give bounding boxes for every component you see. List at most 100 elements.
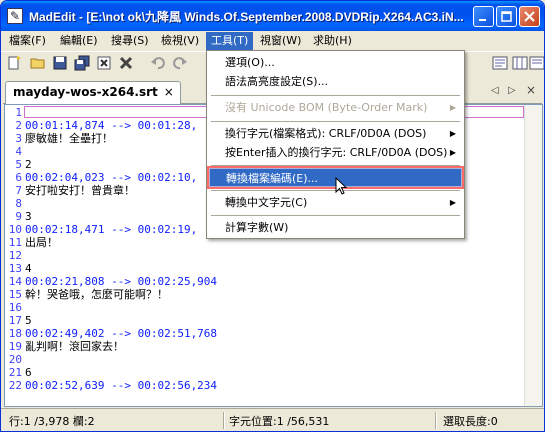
editor-line: 6 xyxy=(25,366,32,379)
maximize-button[interactable] xyxy=(496,6,517,27)
editor-line: 3 xyxy=(25,210,32,223)
menu-search[interactable]: 搜尋(S) xyxy=(106,32,154,50)
undo-icon[interactable] xyxy=(150,55,166,71)
menu-newline-format[interactable]: 換行字元(檔案格式): CRLF/0D0A (DOS) ▶ xyxy=(209,124,462,143)
line-number: 20 xyxy=(8,353,22,366)
menu-separator xyxy=(211,95,460,96)
line-number: 22 xyxy=(8,379,22,392)
menu-word-count-label: 計算字數(W) xyxy=(225,221,289,234)
menu-enter-newline-label: 按Enter插入的換行字元: CRLF/0D0A (DOS) xyxy=(225,146,448,159)
line-number: 2 xyxy=(15,119,22,132)
editor-line: 幹！哭爸哦，怎麼可能啊？！ xyxy=(25,288,168,301)
submenu-arrow-icon: ▶ xyxy=(449,148,456,157)
line-number: 14 xyxy=(8,275,22,288)
menu-separator xyxy=(211,121,460,122)
editor-line: 00:01:14,874 --> 00:01:28, xyxy=(25,119,198,132)
menu-separator xyxy=(211,165,460,166)
main-window: ✎ MadEdit - [E:\not ok\九降風 Winds.Of.Sept… xyxy=(0,0,545,432)
line-number: 18 xyxy=(8,327,22,340)
menu-enter-newline[interactable]: 按Enter插入的換行字元: CRLF/0D0A (DOS) ▶ xyxy=(209,143,462,162)
mouse-cursor-icon xyxy=(335,177,348,195)
editor-line: 00:02:49,402 --> 00:02:51,768 xyxy=(25,327,218,340)
line-number: 3 xyxy=(15,132,22,145)
editor-line: 出局！ xyxy=(25,236,58,249)
line-number: 8 xyxy=(15,197,22,210)
tab-file[interactable]: mayday-wos-x264.srt × xyxy=(5,81,181,104)
editor-line: 安打啦安打！曾貴章！ xyxy=(25,184,135,197)
status-bar: 行:1 /3,978 欄:2 字元位置:1 /56,531 選取長度:0 xyxy=(1,408,544,431)
line-number: 13 xyxy=(8,262,22,275)
line-number: 19 xyxy=(8,340,22,353)
menu-separator xyxy=(211,215,460,216)
menu-syntax-highlight[interactable]: 語法高亮度設定(S)... xyxy=(209,72,462,91)
menu-bar: 檔案(F) 編輯(E) 搜尋(S) 檢視(V) 工具(T) 視窗(W) 求助(H… xyxy=(1,31,544,51)
line-number: 21 xyxy=(8,366,22,379)
editor-line: 亂判啊！滾回家去！ xyxy=(25,340,124,353)
save-icon[interactable] xyxy=(52,55,68,71)
close-icon xyxy=(524,11,535,22)
menu-syntax-highlight-label: 語法高亮度設定(S)... xyxy=(225,75,329,88)
title-bar[interactable]: ✎ MadEdit - [E:\not ok\九降風 Winds.Of.Sept… xyxy=(1,1,544,31)
tab-scroll-left-icon[interactable]: ◁ xyxy=(491,85,499,96)
line-number: 16 xyxy=(8,301,22,314)
editor-line: 5 xyxy=(25,314,32,327)
close-all-icon[interactable] xyxy=(118,55,134,71)
menu-options-label: 選項(O)... xyxy=(225,56,275,69)
submenu-arrow-icon: ▶ xyxy=(449,198,456,207)
menu-convert-chinese-label: 轉換中文字元(C) xyxy=(225,196,308,209)
line-number: 11 xyxy=(8,236,22,249)
status-separator xyxy=(223,412,225,429)
line-number: 10 xyxy=(8,223,22,236)
menu-word-count[interactable]: 計算字數(W) xyxy=(209,218,462,237)
new-file-icon[interactable] xyxy=(6,55,22,71)
app-icon[interactable]: ✎ xyxy=(7,8,23,24)
minimize-button[interactable] xyxy=(473,6,494,27)
line-number: 12 xyxy=(8,249,22,262)
menu-window[interactable]: 視窗(W) xyxy=(255,32,306,50)
status-char-position: 字元位置:1 /56,531 xyxy=(229,415,330,428)
menu-help[interactable]: 求助(H) xyxy=(308,32,357,50)
redo-icon[interactable] xyxy=(172,55,188,71)
line-number: 7 xyxy=(15,184,22,197)
tools-menu-dropdown: 選項(O)... 語法高亮度設定(S)... 沒有 Unicode BOM (B… xyxy=(206,50,465,239)
line-number: 17 xyxy=(8,314,22,327)
line-number: 4 xyxy=(15,145,22,158)
status-selection-length: 選取長度:0 xyxy=(443,415,498,428)
menu-newline-format-label: 換行字元(檔案格式): CRLF/0D0A (DOS) xyxy=(225,127,427,140)
editor-line: 00:02:52,639 --> 00:02:56,234 xyxy=(25,379,218,392)
tab-close-all-icon[interactable]: × xyxy=(526,83,536,97)
text-mode-icon[interactable] xyxy=(529,55,545,71)
editor-line: 2 xyxy=(25,158,32,171)
menu-view[interactable]: 檢視(V) xyxy=(156,32,204,50)
open-folder-icon[interactable] xyxy=(30,55,46,71)
line-number: 5 xyxy=(15,158,22,171)
editor-line: 廖敏雄！全壘打！ xyxy=(25,132,113,145)
hex-mode-icon[interactable] xyxy=(492,55,508,71)
submenu-arrow-icon: ▶ xyxy=(449,129,456,138)
menu-no-unicode-bom-label: 沒有 Unicode BOM (Byte-Order Mark) xyxy=(225,101,428,114)
close-button[interactable] xyxy=(519,6,540,27)
submenu-arrow-icon: ▶ xyxy=(449,103,456,112)
menu-no-unicode-bom: 沒有 Unicode BOM (Byte-Order Mark) ▶ xyxy=(209,98,462,117)
close-file-icon[interactable] xyxy=(96,55,112,71)
line-number: 6 xyxy=(15,171,22,184)
save-all-icon[interactable] xyxy=(74,55,90,71)
tab-file-label: mayday-wos-x264.srt xyxy=(13,85,158,99)
menu-file[interactable]: 檔案(F) xyxy=(4,32,51,50)
editor-line: 00:02:04,023 --> 00:02:10, xyxy=(25,171,198,184)
editor-line: 00:02:21,808 --> 00:02:25,904 xyxy=(25,275,218,288)
status-separator xyxy=(435,412,437,429)
maximize-icon xyxy=(501,11,512,22)
menu-tools[interactable]: 工具(T) xyxy=(206,32,254,50)
vertical-scrollbar[interactable] xyxy=(524,105,542,406)
status-line-col: 行:1 /3,978 欄:2 xyxy=(9,415,95,428)
tab-close-icon[interactable]: × xyxy=(164,85,174,99)
menu-edit[interactable]: 編輯(E) xyxy=(55,32,103,50)
column-mode-icon[interactable] xyxy=(512,55,528,71)
menu-convert-encoding-label: 轉換檔案編碼(E)... xyxy=(226,172,319,185)
line-number: 15 xyxy=(8,288,22,301)
editor-line: 4 xyxy=(25,262,32,275)
tab-scroll-right-icon[interactable]: ▷ xyxy=(508,85,516,96)
editor-line: 00:02:18,471 --> 00:02:19, xyxy=(25,223,198,236)
menu-options[interactable]: 選項(O)... xyxy=(209,53,462,72)
